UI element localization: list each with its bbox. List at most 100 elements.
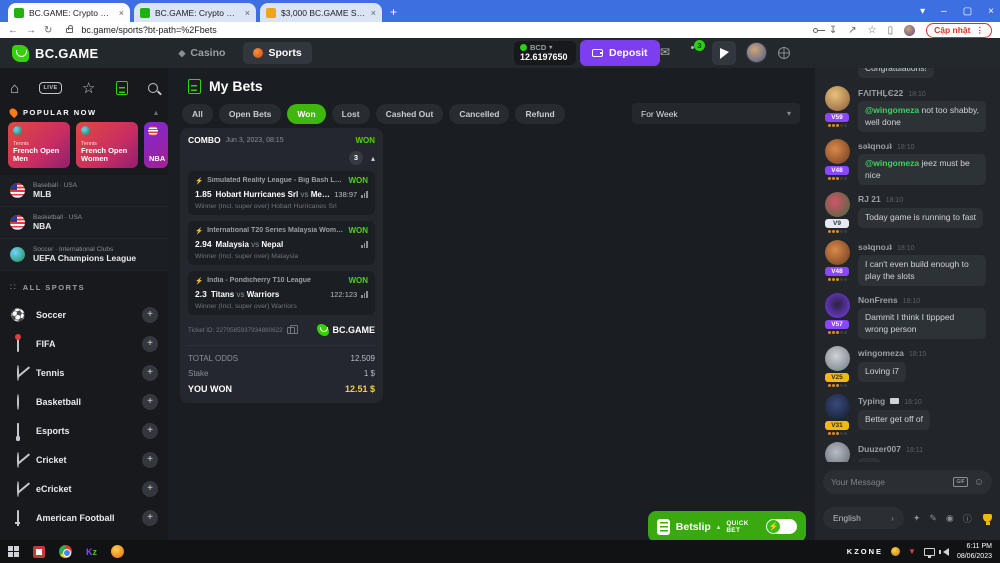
filter-cashed-out[interactable]: Cashed Out: [376, 104, 444, 124]
event-item-mlb[interactable]: Baseball · USA MLB: [0, 175, 168, 207]
expand-plus-button[interactable]: +: [142, 336, 158, 352]
forward-icon[interactable]: →: [26, 25, 36, 36]
window-close-button[interactable]: ×: [988, 6, 994, 17]
tab-close-icon[interactable]: ×: [245, 8, 250, 18]
promo-card-french-open-women[interactable]: Tennis French Open Women: [76, 122, 138, 168]
toggle-switch[interactable]: ⚡: [766, 519, 797, 534]
gif-icon[interactable]: GIF: [953, 477, 967, 487]
chat-username[interactable]: RJ 21: [858, 194, 881, 204]
chat-messages[interactable]: Congratulations! V59 FΛITHĻЄ2218:10 @win…: [815, 68, 1000, 462]
expand-plus-button[interactable]: +: [142, 307, 158, 323]
network-icon[interactable]: [924, 548, 935, 556]
popular-now-header[interactable]: POPULAR NOW ▴: [10, 108, 158, 117]
promo-card-french-open-men[interactable]: Tennis French Open Men: [8, 122, 70, 168]
chat-username[interactable]: wingomeza: [858, 348, 904, 358]
window-maximize-button[interactable]: ▢: [963, 6, 972, 17]
chat-message-input[interactable]: [831, 477, 947, 487]
chat-username[interactable]: NonFrens: [858, 295, 898, 305]
expand-plus-button[interactable]: +: [142, 510, 158, 526]
chrome-icon[interactable]: [59, 545, 72, 558]
chat-username[interactable]: səʇqnoɹʇ: [858, 141, 892, 151]
copy-icon[interactable]: [287, 327, 295, 334]
period-dropdown[interactable]: For Week ▾: [632, 103, 800, 124]
chat-username[interactable]: Typing: [858, 396, 885, 406]
my-bets-receipt-icon[interactable]: [116, 81, 128, 95]
download-icon[interactable]: ↧: [829, 25, 837, 36]
browser-tab-3[interactable]: $3,000 BC.GAME SPORTS PARLA ×: [260, 3, 382, 22]
refresh-icon[interactable]: ↻: [44, 25, 52, 36]
filter-refund[interactable]: Refund: [515, 104, 564, 124]
taskbar-app-icon[interactable]: [33, 546, 45, 558]
bet-card[interactable]: COMBO Jun 3, 2023, 08:15 WON 3 ▴ ⚡ Simul…: [180, 128, 383, 403]
filter-open-bets[interactable]: Open Bets: [219, 104, 282, 124]
expand-plus-button[interactable]: +: [142, 452, 158, 468]
chat-rules-icon[interactable]: ✎: [929, 513, 937, 524]
coin-tray-icon[interactable]: [891, 547, 900, 556]
sidebar-item-basketball[interactable]: Basketball +: [0, 387, 168, 416]
kzone-app-icon[interactable]: Kz: [86, 547, 97, 557]
favorites-star-icon[interactable]: ☆: [82, 79, 95, 97]
share-icon[interactable]: ↗: [848, 25, 856, 36]
search-icon[interactable]: [148, 83, 158, 93]
quick-bet-toggle[interactable]: QUICK BET ⚡: [726, 519, 797, 534]
sidebar-item-fifa[interactable]: FIFA +: [0, 329, 168, 358]
stats-icon[interactable]: [361, 291, 368, 298]
chat-username[interactable]: FΛITHĻЄ22: [858, 88, 903, 98]
side-panel-icon[interactable]: ▯: [888, 25, 894, 36]
nav-casino[interactable]: ◆ Casino: [169, 42, 236, 64]
sidebar-item-soccer[interactable]: ⚽ Soccer +: [0, 300, 168, 329]
sidebar-item-cricket[interactable]: Cricket +: [0, 445, 168, 474]
language-globe-icon[interactable]: [778, 47, 790, 59]
window-minimize-button[interactable]: –: [941, 6, 947, 17]
deposit-button[interactable]: Deposit: [580, 40, 660, 66]
password-key-icon[interactable]: [813, 28, 818, 33]
event-item-uefa[interactable]: Soccer · International Clubs UEFA Champi…: [0, 239, 168, 271]
all-sports-header[interactable]: ∷ ALL SPORTS: [10, 282, 85, 293]
expand-plus-button[interactable]: +: [142, 423, 158, 439]
filter-won[interactable]: Won: [287, 104, 325, 124]
taskbar-browser-icon[interactable]: [111, 545, 124, 558]
live-icon[interactable]: LIVE: [39, 82, 61, 94]
rain-drop-icon[interactable]: ✦: [913, 513, 921, 524]
browser-profile-avatar[interactable]: [904, 25, 915, 36]
expand-plus-button[interactable]: +: [142, 394, 158, 410]
stats-icon[interactable]: [361, 191, 368, 198]
browser-tab-2[interactable]: BC.GAME: Crypto Casino Games ×: [134, 3, 256, 22]
filter-lost[interactable]: Lost: [332, 104, 370, 124]
promo-card-nba[interactable]: NBA: [144, 122, 168, 168]
sidebar-item-ecricket[interactable]: eCricket +: [0, 474, 168, 503]
window-menu-icon[interactable]: ▾: [920, 6, 925, 17]
trophy-icon[interactable]: [983, 514, 992, 522]
sidebar-item-esports[interactable]: Esports +: [0, 416, 168, 445]
chat-username[interactable]: səʇqnoɹʇ: [858, 242, 892, 252]
nav-sports[interactable]: Sports: [243, 42, 311, 64]
back-icon[interactable]: ←: [8, 25, 18, 36]
filter-cancelled[interactable]: Cancelled: [449, 104, 509, 124]
download-tray-icon[interactable]: ▼: [908, 547, 916, 556]
browser-tab-1[interactable]: BC.GAME: Crypto Casino Games ×: [8, 3, 130, 22]
filter-all[interactable]: All: [182, 104, 213, 124]
home-icon[interactable]: ⌂: [10, 80, 19, 97]
expand-plus-button[interactable]: +: [142, 481, 158, 497]
vault-mail-icon[interactable]: ✉: [660, 45, 670, 59]
sidebar-item-american-football[interactable]: American Football +: [0, 503, 168, 532]
bcgame-logo[interactable]: BC.GAME: [12, 45, 99, 62]
new-tab-button[interactable]: +: [390, 5, 397, 19]
chat-toggle-button[interactable]: [712, 41, 736, 65]
expand-plus-button[interactable]: +: [142, 365, 158, 381]
tab-close-icon[interactable]: ×: [371, 8, 376, 18]
event-item-nba[interactable]: Basketball · USA NBA: [0, 207, 168, 239]
tab-close-icon[interactable]: ×: [119, 8, 124, 18]
browser-update-button[interactable]: Cập nhật ⋮: [926, 23, 992, 38]
info-icon[interactable]: ⓘ: [963, 512, 972, 525]
emoji-icon[interactable]: ☺: [974, 477, 984, 488]
betslip-button[interactable]: Betslip ▴ QUICK BET ⚡: [648, 511, 806, 542]
system-clock[interactable]: 6:11 PM 08/06/2023: [957, 542, 992, 560]
speaker-icon[interactable]: [943, 548, 949, 556]
start-button[interactable]: [8, 546, 19, 557]
balance-selector[interactable]: BCD ▾ 12.6197650: [514, 41, 576, 65]
menu-dots-icon[interactable]: ⋮: [976, 25, 985, 36]
collapse-caret-icon[interactable]: ▴: [371, 154, 375, 163]
stats-icon[interactable]: [361, 241, 368, 248]
chat-language-dropdown[interactable]: English ›: [823, 507, 904, 529]
